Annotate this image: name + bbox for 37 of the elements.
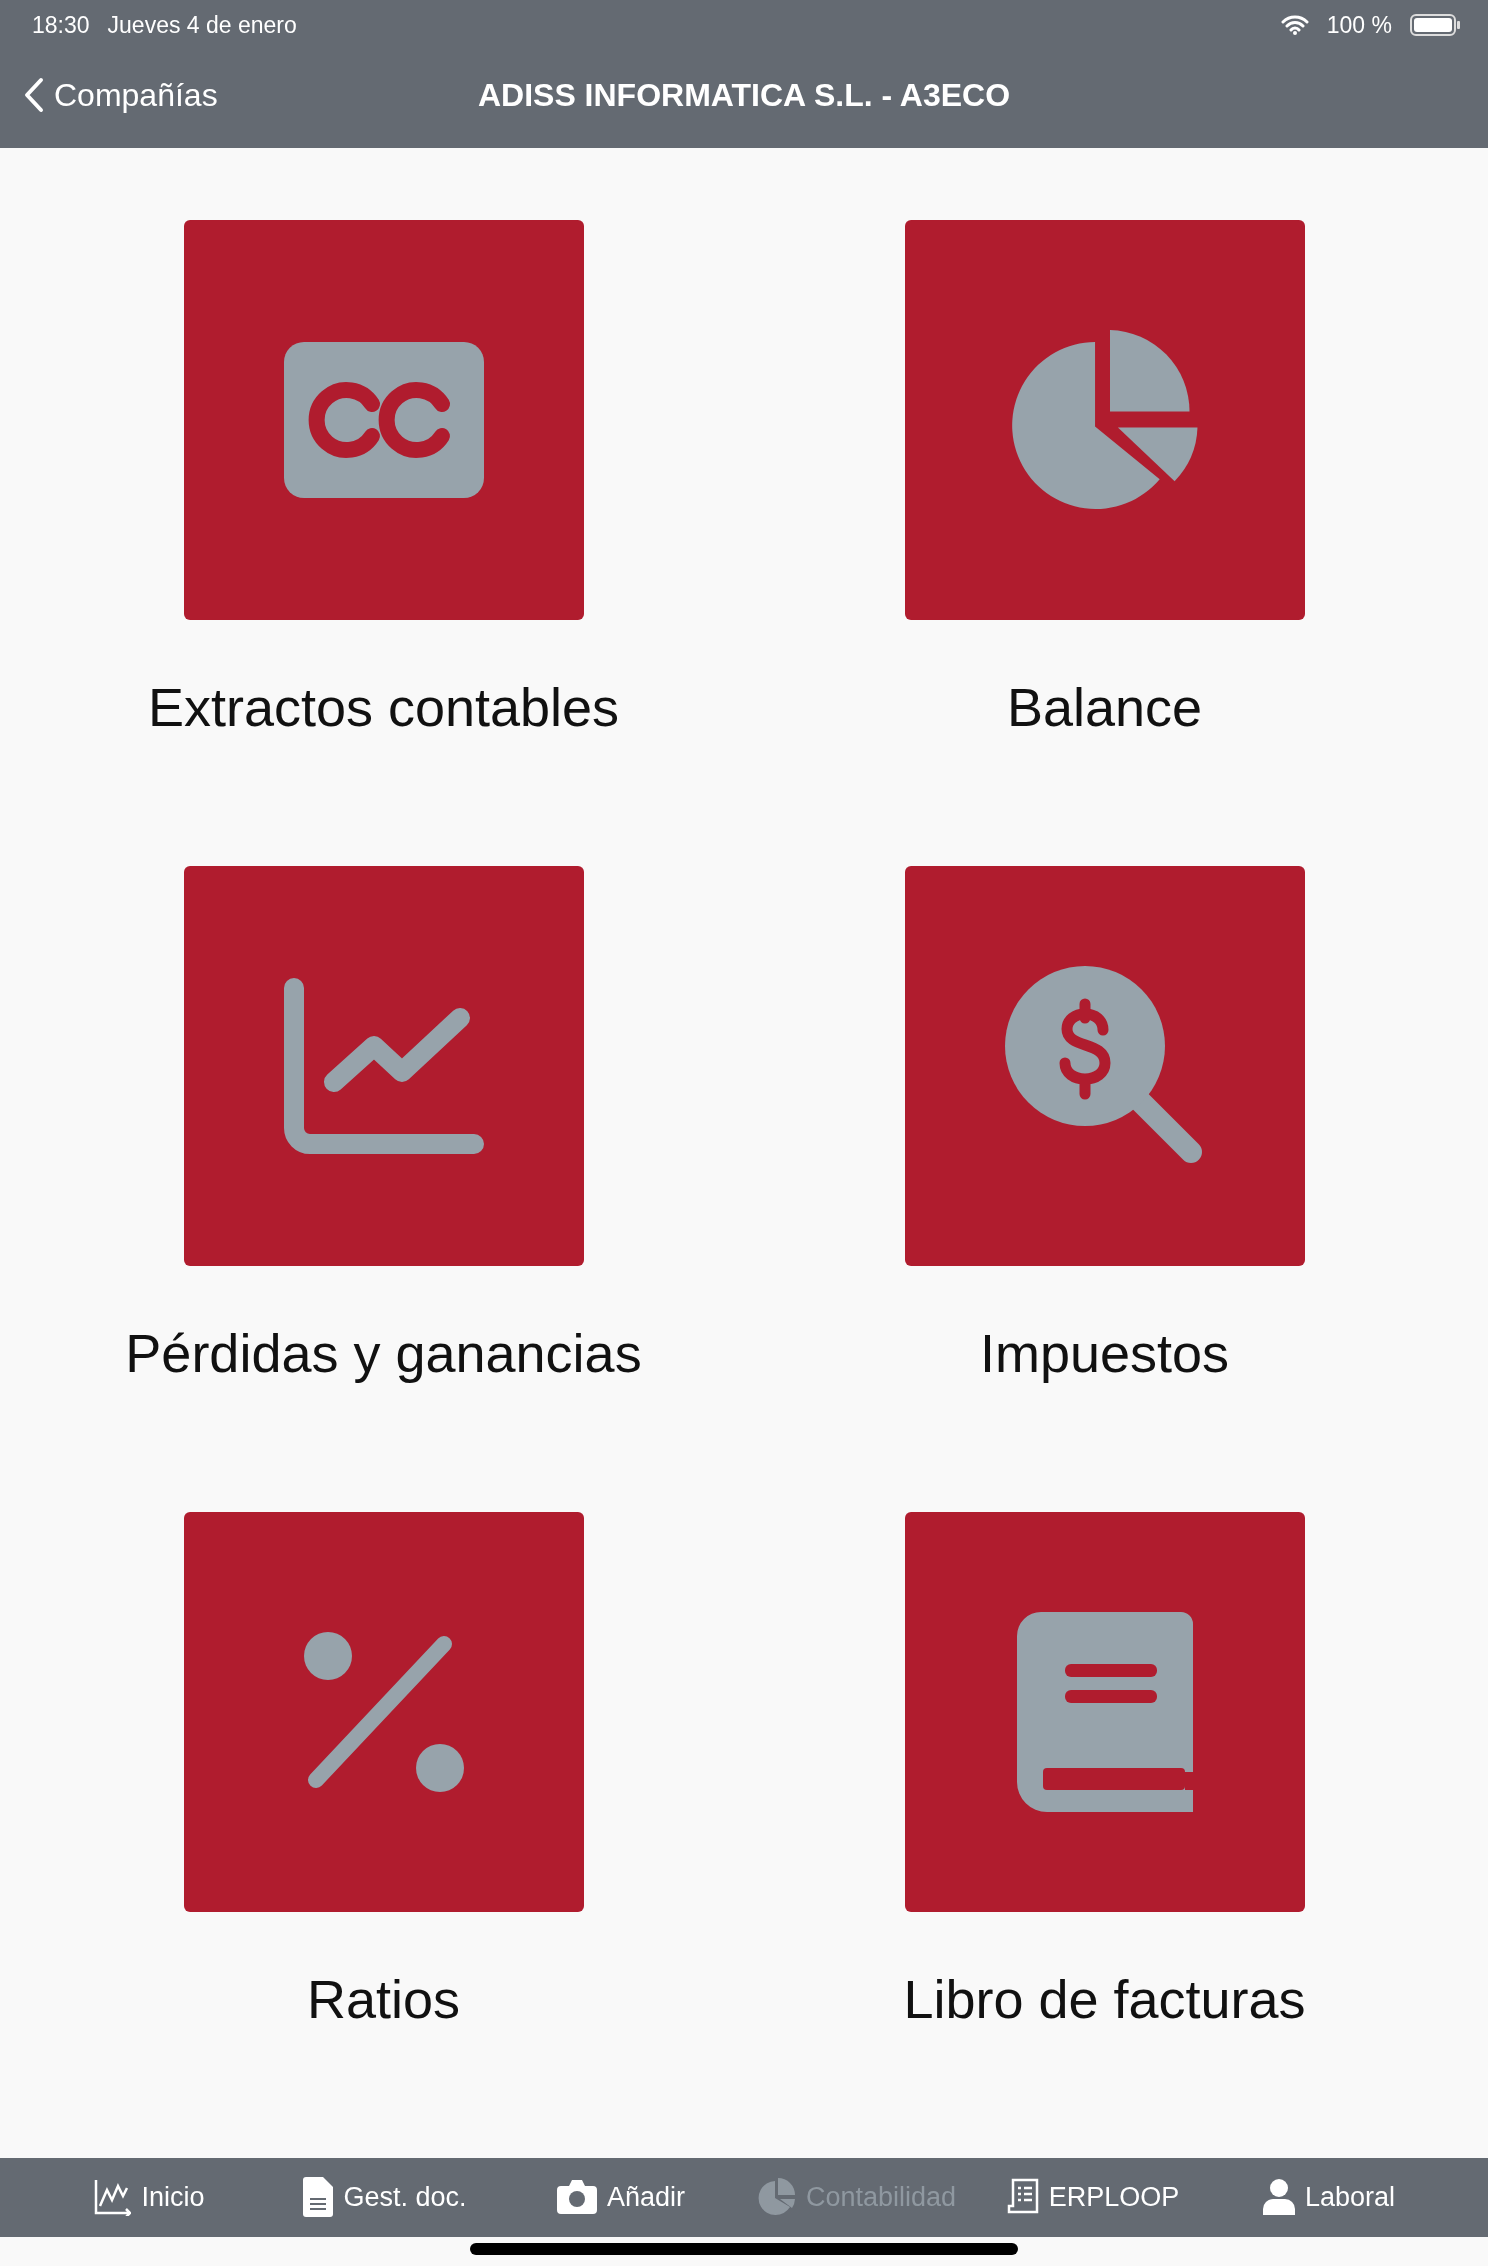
battery-icon: [1410, 14, 1460, 36]
menu-tile[interactable]: [904, 1512, 1305, 1912]
tile-label: Extractos contables: [147, 676, 620, 738]
menu-tile[interactable]: [904, 220, 1305, 620]
battery-percent: 100 %: [1326, 11, 1392, 39]
dollar-search-icon: [1004, 966, 1205, 1166]
tile-label: Pérdidas y ganancias: [125, 1322, 642, 1384]
person-icon: [1262, 2179, 1295, 2216]
tile-label: Ratios: [306, 1968, 461, 2030]
book-icon: [1016, 1612, 1193, 1812]
tab-item[interactable]: Gest. doc.: [267, 2158, 503, 2237]
camera-icon: [556, 2180, 597, 2215]
status-time: 18:30: [32, 11, 90, 39]
chevron-left-icon: [24, 77, 44, 113]
menu-tile[interactable]: [904, 866, 1305, 1266]
tile-label: Impuestos: [979, 1322, 1230, 1384]
line-chart-icon: [283, 978, 484, 1154]
menu-tile[interactable]: [183, 1512, 584, 1912]
status-date: Jueves 4 de enero: [107, 11, 297, 39]
percent-icon: [303, 1632, 464, 1792]
menu-tile[interactable]: [183, 866, 584, 1266]
document-icon: [303, 2177, 334, 2218]
line-chart-icon: [93, 2178, 132, 2217]
home-indicator[interactable]: [470, 2242, 1018, 2255]
tab-item[interactable]: Laboral: [1211, 2158, 1447, 2237]
tab-item[interactable]: Añadir: [503, 2158, 739, 2237]
tab-item[interactable]: ERPLOOP: [975, 2158, 1211, 2237]
pie-chart-icon: [1009, 329, 1200, 511]
screen-title: ADISS INFORMATICA S.L. - A3ECO: [477, 76, 1011, 114]
tile-label: Balance: [1006, 676, 1203, 738]
closed-captions-icon: [283, 342, 484, 498]
pie-chart-icon: [757, 2178, 796, 2217]
tab-item[interactable]: Inicio: [31, 2158, 267, 2237]
menu-tile[interactable]: [183, 220, 584, 620]
wifi-icon: [1280, 15, 1309, 35]
back-button[interactable]: Compañías: [24, 76, 218, 114]
tile-label: Libro de facturas: [903, 1968, 1306, 2030]
